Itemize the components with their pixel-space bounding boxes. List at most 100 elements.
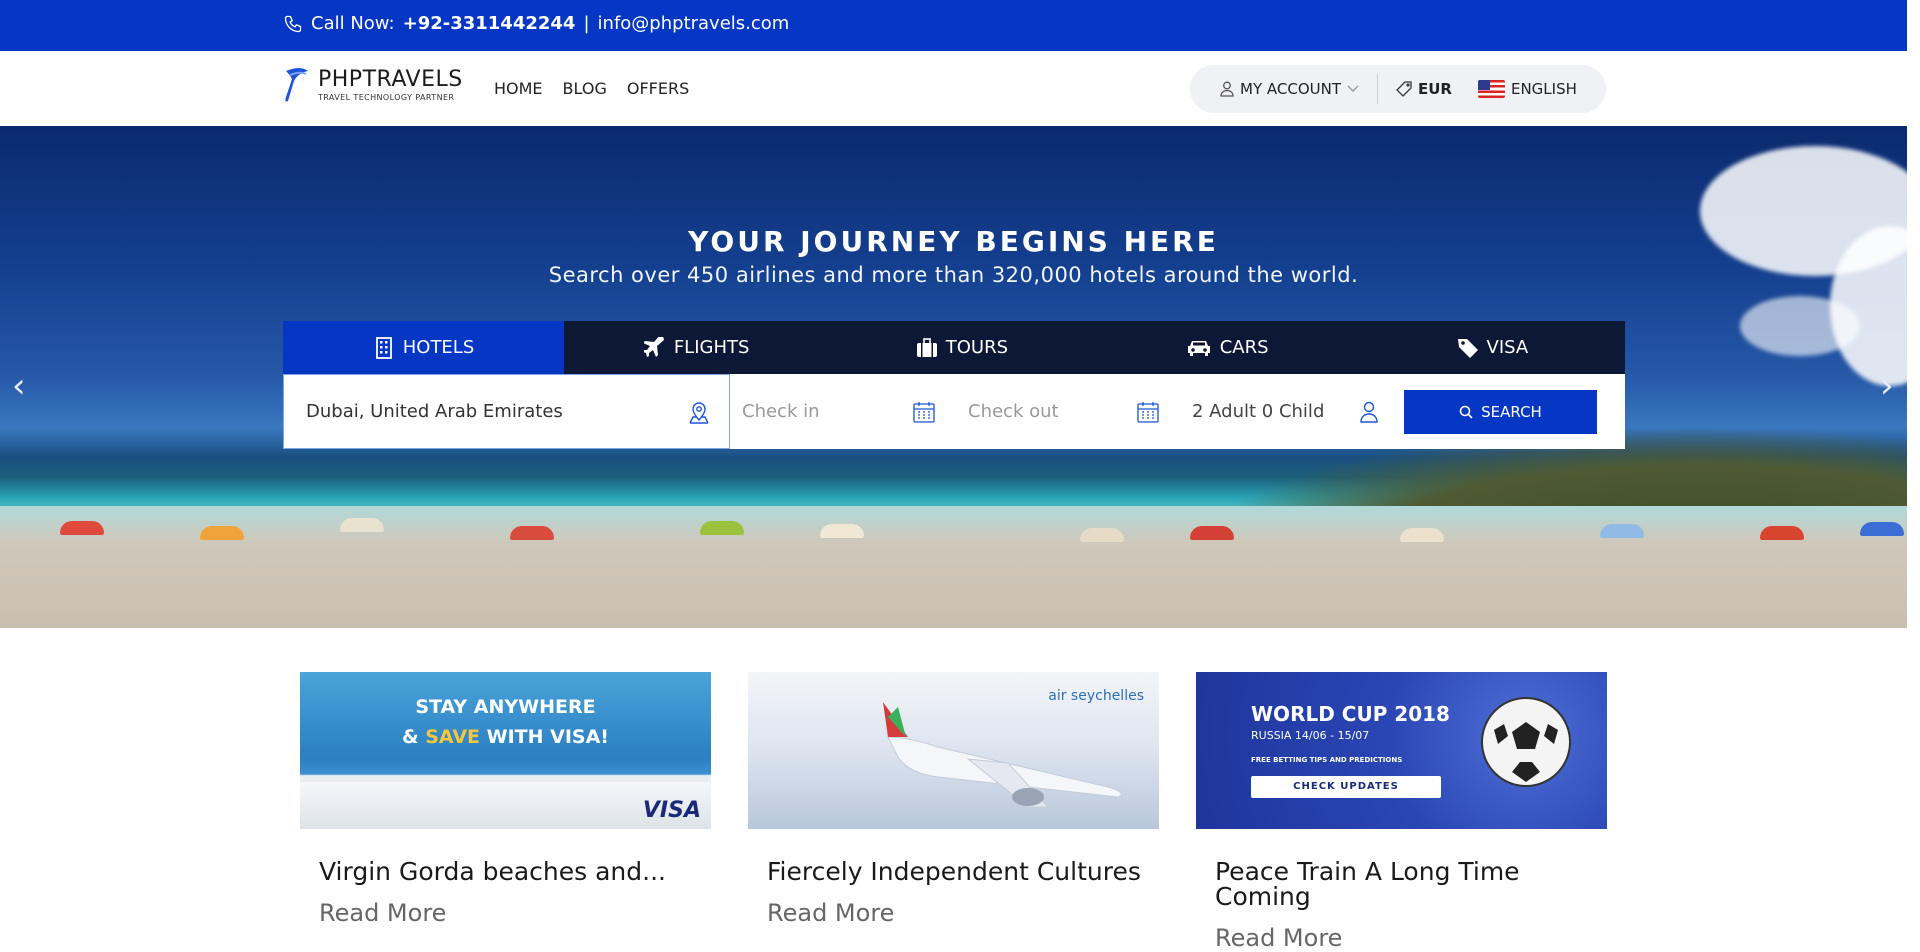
- tab-flights[interactable]: FLIGHTS: [564, 321, 829, 374]
- language-selector[interactable]: ENGLISH: [1477, 80, 1577, 98]
- main-nav: HOME BLOG OFFERS: [494, 79, 689, 98]
- search-button-label: SEARCH: [1481, 402, 1542, 421]
- umbrella-shape: [340, 518, 384, 532]
- hotel-search-form: Dubai, United Arab Emirates Check in Che…: [283, 374, 1625, 449]
- brand-tagline: TRAVEL TECHNOLOGY PARTNER: [318, 92, 455, 102]
- calendar-icon: [1137, 402, 1159, 423]
- card-title[interactable]: Virgin Gorda beaches and...: [319, 859, 711, 884]
- featured-cards: STAY ANYWHERE & SAVE WITH VISA! VISA Vir…: [300, 672, 1607, 952]
- card-title[interactable]: Fiercely Independent Cultures: [767, 859, 1159, 884]
- soccer-ball-icon: [1481, 697, 1571, 787]
- card-title[interactable]: Peace Train A Long Time Coming: [1215, 859, 1607, 909]
- contact-separator: |: [583, 13, 590, 34]
- card[interactable]: WORLD CUP 2018 RUSSIA 14/06 - 15/07 FREE…: [1196, 672, 1607, 952]
- promo-title: WORLD CUP 2018: [1251, 702, 1450, 726]
- promo-tagline: FREE BETTING TIPS AND PREDICTIONS: [1251, 756, 1403, 764]
- umbrella-shape: [1400, 528, 1444, 542]
- airline-brand: air seychelles: [1048, 688, 1144, 704]
- card[interactable]: air seychelles Fiercely Independent Cult…: [748, 672, 1159, 952]
- email-link[interactable]: info@phptravels.com: [598, 13, 790, 34]
- search-tabs: HOTELS FLIGHTS TOURS CARS VISA: [283, 321, 1625, 374]
- promo-line-2c: WITH VISA!: [480, 726, 609, 748]
- promo-line-2: & SAVE WITH VISA!: [300, 726, 711, 748]
- building-icon: [375, 336, 392, 359]
- location-pin-icon: [689, 402, 709, 424]
- nav-offers[interactable]: OFFERS: [627, 79, 689, 98]
- currency-tag-icon: [1396, 81, 1412, 97]
- top-contact-bar: Call Now: +92-3311442244 | info@phptrave…: [0, 0, 1907, 51]
- account-bar: MY ACCOUNT EUR ENGLISH: [1190, 65, 1606, 113]
- umbrella-shape: [1080, 528, 1124, 542]
- plane-icon: [643, 336, 664, 357]
- promo-line-2b: SAVE: [425, 726, 481, 748]
- read-more-link[interactable]: Read More: [767, 899, 1159, 927]
- checkin-placeholder: Check in: [742, 401, 820, 422]
- phone-number[interactable]: +92-3311442244: [403, 13, 576, 34]
- tab-cars[interactable]: CARS: [1095, 321, 1360, 374]
- umbrella-shape: [1760, 526, 1804, 540]
- hero-banner: YOUR JOURNEY BEGINS HERE Search over 450…: [0, 126, 1907, 628]
- promo-dates: RUSSIA 14/06 - 15/07: [1251, 729, 1370, 742]
- umbrella-shape: [510, 526, 554, 540]
- card-image[interactable]: air seychelles: [748, 672, 1159, 829]
- suitcase-icon: [916, 337, 937, 357]
- call-label: Call Now:: [311, 13, 395, 34]
- promo-line-2a: &: [402, 726, 426, 748]
- destination-input[interactable]: Dubai, United Arab Emirates: [283, 374, 730, 449]
- search-button[interactable]: SEARCH: [1404, 389, 1597, 434]
- card-image[interactable]: WORLD CUP 2018 RUSSIA 14/06 - 15/07 FREE…: [1196, 672, 1607, 829]
- user-icon: [1220, 81, 1234, 97]
- search-icon: [1459, 405, 1473, 419]
- umbrella-shape: [700, 521, 744, 535]
- user-icon: [1360, 401, 1378, 423]
- divider: [1377, 74, 1378, 104]
- umbrella-shape: [820, 524, 864, 538]
- read-more-link[interactable]: Read More: [319, 899, 711, 927]
- umbrella-shape: [200, 526, 244, 540]
- checkin-input[interactable]: Check in: [730, 374, 954, 449]
- calendar-icon: [913, 402, 935, 423]
- logo-mark-icon: [285, 68, 308, 102]
- tab-flights-label: FLIGHTS: [673, 337, 750, 358]
- tab-visa-label: VISA: [1486, 337, 1529, 358]
- nav-home[interactable]: HOME: [494, 79, 543, 98]
- card[interactable]: STAY ANYWHERE & SAVE WITH VISA! VISA Vir…: [300, 672, 711, 952]
- currency-label: EUR: [1418, 80, 1452, 98]
- phone-icon: [284, 15, 302, 32]
- us-flag-icon: [1477, 80, 1505, 98]
- carousel-next-arrow-icon[interactable]: ›: [1880, 366, 1907, 406]
- tab-tours-label: TOURS: [945, 337, 1009, 358]
- currency-selector[interactable]: EUR: [1396, 80, 1452, 98]
- guests-value: 2 Adult 0 Child: [1192, 401, 1325, 422]
- my-account-label: MY ACCOUNT: [1240, 80, 1341, 98]
- tab-hotels-label: HOTELS: [402, 337, 475, 358]
- tab-hotels[interactable]: HOTELS: [283, 321, 564, 374]
- cloud-shape: [1740, 296, 1860, 356]
- airplane-illustration: [883, 702, 1122, 808]
- nav-blog[interactable]: BLOG: [563, 79, 607, 98]
- promo-line-1: STAY ANYWHERE: [415, 696, 596, 718]
- umbrella-shape: [1190, 526, 1234, 540]
- guests-input[interactable]: 2 Adult 0 Child: [1178, 374, 1399, 449]
- read-more-link[interactable]: Read More: [1215, 924, 1607, 952]
- brand-name: PHPTRAVELS: [318, 66, 463, 92]
- check-updates-button[interactable]: CHECK UPDATES: [1251, 776, 1441, 798]
- chevron-down-icon: [1347, 85, 1359, 92]
- my-account-menu[interactable]: MY ACCOUNT: [1220, 80, 1359, 98]
- site-header: PHPTRAVELS TRAVEL TECHNOLOGY PARTNER HOM…: [0, 51, 1907, 126]
- card-image[interactable]: STAY ANYWHERE & SAVE WITH VISA! VISA: [300, 672, 711, 829]
- destination-value: Dubai, United Arab Emirates: [306, 401, 563, 422]
- carousel-prev-arrow-icon[interactable]: ‹: [12, 366, 42, 406]
- checkout-input[interactable]: Check out: [954, 374, 1178, 449]
- language-label: ENGLISH: [1510, 80, 1577, 98]
- umbrella-shape: [60, 521, 104, 535]
- umbrella-shape: [1600, 524, 1644, 538]
- tab-tours[interactable]: TOURS: [829, 321, 1094, 374]
- tag-icon: [1457, 338, 1478, 358]
- hero-subtitle: Search over 450 airlines and more than 3…: [548, 263, 1359, 287]
- umbrella-shape: [1860, 522, 1904, 536]
- logo[interactable]: PHPTRAVELS TRAVEL TECHNOLOGY PARTNER: [280, 65, 463, 105]
- tab-visa[interactable]: VISA: [1360, 321, 1625, 374]
- tab-cars-label: CARS: [1219, 337, 1269, 358]
- car-icon: [1187, 340, 1210, 356]
